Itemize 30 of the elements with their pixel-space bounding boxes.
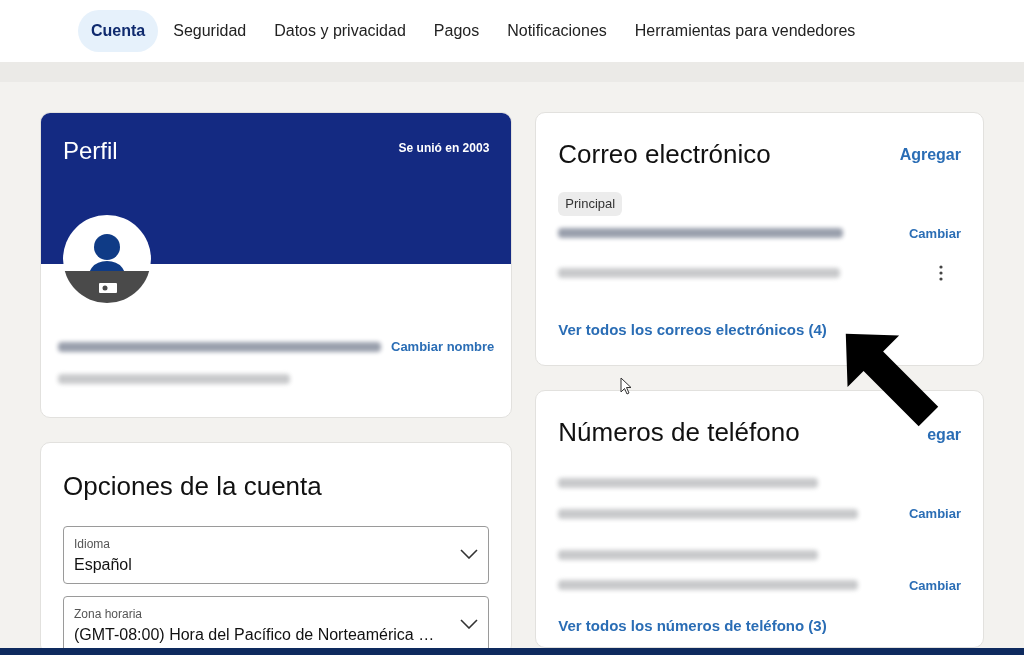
nav-tab[interactable]: Herramientas para vendedores	[621, 10, 869, 52]
nav-tab[interactable]: Datos y privacidad	[261, 10, 419, 52]
nav-tab[interactable]: Pagos	[420, 10, 493, 52]
profile-title: Perfil	[63, 139, 118, 166]
change-link[interactable]: Cambiar	[908, 504, 961, 524]
add-link[interactable]: egar	[927, 422, 961, 447]
change-name-link[interactable]: Cambiar nombre	[391, 336, 495, 357]
view-all-phones-link[interactable]: Ver todos los números de teléfono (3)	[558, 615, 961, 638]
nav-tab[interactable]: Seguridad	[160, 10, 260, 52]
primary-badge: Principal	[558, 192, 623, 216]
change-link[interactable]: Cambiar	[908, 575, 961, 595]
change-link[interactable]: Cambiar	[908, 223, 961, 243]
chevron-down-icon	[460, 619, 479, 629]
add-link[interactable]: Agregar	[899, 142, 961, 167]
field-label: Idioma	[74, 536, 112, 553]
section-title: Números de teléfono	[558, 416, 800, 449]
nav-tab[interactable]: Notificaciones	[494, 10, 620, 52]
arrow-icon	[844, 332, 940, 428]
view-all-emails-link[interactable]: Ver todos los correos electrónicos (4)	[558, 319, 961, 342]
field-value: (GMT-08:00) Hora del Pacífico de Norteamérica …	[74, 625, 435, 645]
field-label: Zona horaria	[74, 606, 144, 623]
camera-icon	[99, 281, 117, 293]
select-field[interactable]: Idioma Español	[63, 526, 490, 584]
section-title: Opciones de la cuenta	[63, 470, 323, 503]
section-title: Correo electrónico	[558, 138, 771, 171]
chevron-down-icon	[460, 549, 479, 559]
more-icon[interactable]	[939, 265, 943, 281]
field-value: Español	[74, 555, 132, 575]
nav-tab[interactable]: Cuenta	[78, 10, 159, 52]
joined-text: Se unió en 2003	[398, 140, 490, 157]
